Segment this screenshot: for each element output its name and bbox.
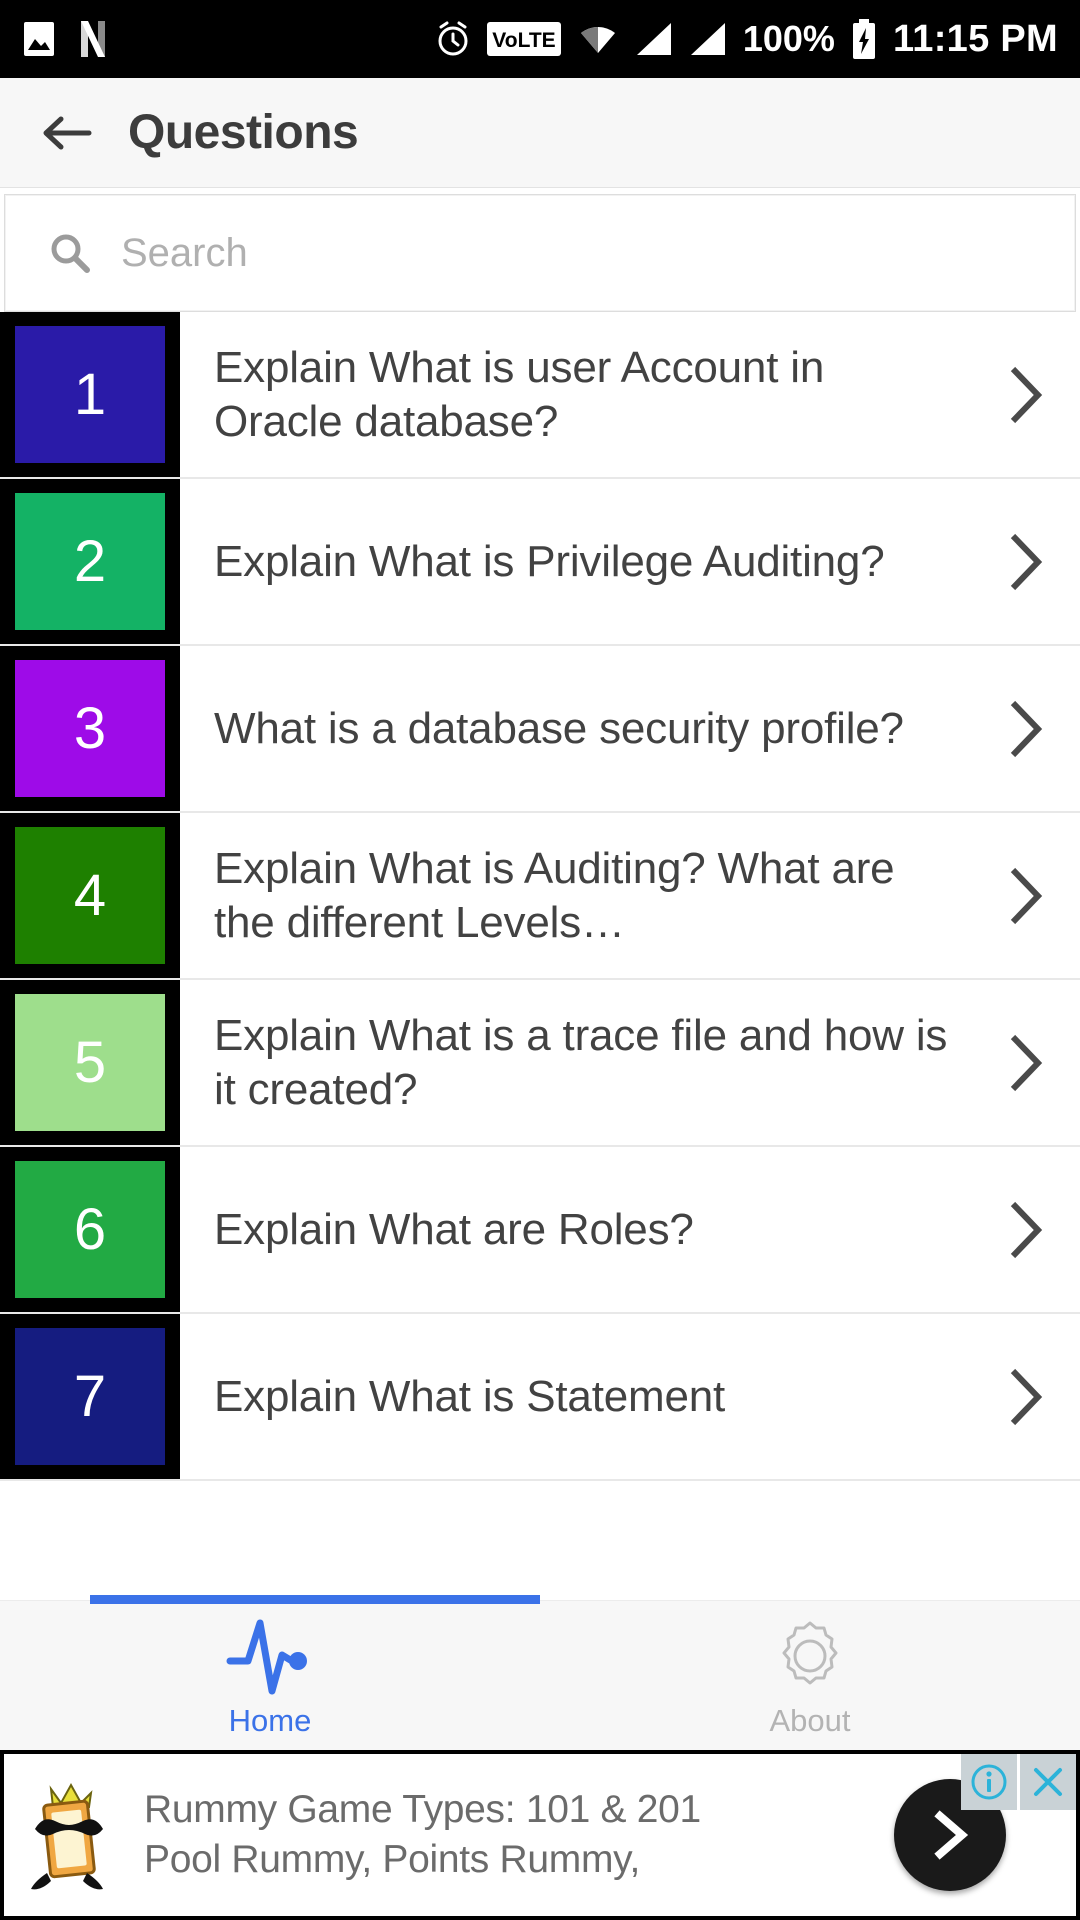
info-icon bbox=[971, 1764, 1007, 1800]
chevron-right-icon bbox=[1010, 366, 1043, 423]
row-chevron[interactable] bbox=[968, 312, 1080, 477]
status-bar-right-icons: VoLTE 100% 11:15 PM bbox=[435, 18, 1058, 61]
svg-text:VoLTE: VoLTE bbox=[492, 29, 555, 52]
search-placeholder: Search bbox=[121, 230, 248, 275]
question-text: Explain What is user Account in Oracle d… bbox=[214, 342, 825, 446]
gear-icon bbox=[782, 1621, 838, 1684]
ad-headline-line-1: Rummy Game Types: 101 & 201 bbox=[144, 1788, 701, 1832]
page-title: Questions bbox=[128, 106, 359, 159]
question-text: What is a database security profile? bbox=[214, 703, 904, 753]
back-button[interactable] bbox=[28, 94, 106, 172]
question-text: Explain What is Privilege Auditing? bbox=[214, 536, 885, 586]
row-chevron[interactable] bbox=[968, 646, 1080, 811]
question-number-badge-cell: 6 bbox=[0, 1147, 180, 1312]
chevron-right-icon bbox=[1010, 867, 1043, 924]
ad-close-button[interactable] bbox=[1020, 1754, 1076, 1810]
signal-bar-2-icon bbox=[689, 21, 727, 57]
close-x-icon bbox=[1034, 1768, 1062, 1796]
ad-badge-group bbox=[961, 1754, 1076, 1810]
question-number-badge: 5 bbox=[15, 994, 165, 1131]
nav-tab-home-label: Home bbox=[228, 1702, 312, 1738]
chevron-right-icon bbox=[934, 1810, 969, 1860]
bottom-navigation-bar: Home About bbox=[0, 1595, 1080, 1750]
question-text: Explain What is Auditing? What are the d… bbox=[214, 843, 895, 947]
rummy-card-mascot-icon bbox=[4, 1773, 134, 1897]
pulse-activity-icon bbox=[226, 1619, 307, 1694]
question-number-badge-cell: 3 bbox=[0, 646, 180, 811]
question-number-badge: 4 bbox=[15, 827, 165, 964]
question-number-badge-cell: 7 bbox=[0, 1314, 180, 1479]
app-bar: Questions bbox=[0, 78, 1080, 188]
battery-percent-label: 100% bbox=[742, 18, 835, 59]
questions-list: 1 Explain What is user Account in Oracle … bbox=[0, 312, 1080, 1481]
signal-bar-icon bbox=[635, 21, 673, 57]
volte-icon: VoLTE bbox=[486, 22, 561, 56]
chevron-right-icon bbox=[1010, 1034, 1043, 1091]
chevron-right-icon bbox=[1010, 1201, 1043, 1258]
question-number-badge: 7 bbox=[15, 1328, 165, 1465]
chevron-right-icon bbox=[1010, 1368, 1043, 1425]
table-row[interactable]: 1 Explain What is user Account in Oracle … bbox=[0, 312, 1080, 479]
ad-headline-line-2: Pool Rummy, Points Rummy, bbox=[144, 1838, 640, 1881]
question-number-badge-cell: 5 bbox=[0, 980, 180, 1145]
search-input[interactable]: Search bbox=[4, 194, 1076, 312]
image-icon bbox=[22, 21, 56, 57]
table-row[interactable]: 2 Explain What is Privilege Auditing? bbox=[0, 479, 1080, 646]
battery-charging-icon bbox=[851, 19, 877, 59]
ad-text-block: Rummy Game Types: 101 & 201 Pool Rummy, … bbox=[134, 1785, 894, 1885]
question-number-badge-cell: 2 bbox=[0, 479, 180, 644]
question-number-badge: 2 bbox=[15, 493, 165, 630]
question-number-badge-cell: 4 bbox=[0, 813, 180, 978]
table-row[interactable]: 4 Explain What is Auditing? What are the … bbox=[0, 813, 1080, 980]
row-chevron[interactable] bbox=[968, 980, 1080, 1145]
question-number-badge: 1 bbox=[15, 326, 165, 463]
question-number-badge: 3 bbox=[15, 660, 165, 797]
status-bar: VoLTE 100% 11:15 PM bbox=[0, 0, 1080, 78]
table-row[interactable]: 6 Explain What are Roles? bbox=[0, 1147, 1080, 1314]
arrow-left-icon bbox=[43, 116, 92, 149]
search-container: Search bbox=[0, 188, 1080, 312]
netflix-n-icon bbox=[78, 20, 108, 58]
clock-time-label: 11:15 PM bbox=[892, 17, 1058, 60]
row-chevron[interactable] bbox=[968, 1314, 1080, 1479]
question-text: Explain What are Roles? bbox=[214, 1204, 694, 1254]
table-row[interactable]: 5 Explain What is a trace file and how is… bbox=[0, 980, 1080, 1147]
search-icon bbox=[51, 234, 90, 273]
wifi-icon bbox=[577, 21, 619, 57]
question-number-badge: 6 bbox=[15, 1161, 165, 1298]
row-chevron[interactable] bbox=[968, 479, 1080, 644]
alarm-clock-icon bbox=[435, 20, 471, 58]
ad-banner[interactable]: Rummy Game Types: 101 & 201 Pool Rummy, … bbox=[0, 1750, 1080, 1920]
active-tab-indicator bbox=[90, 1595, 540, 1604]
nav-tab-home[interactable]: Home bbox=[0, 1601, 540, 1750]
nav-tab-about[interactable]: About bbox=[540, 1601, 1080, 1750]
question-text: Explain What is Statement bbox=[214, 1371, 726, 1421]
question-text: Explain What is a trace file and how is … bbox=[214, 1010, 948, 1114]
status-bar-left-icons bbox=[22, 20, 108, 58]
ad-info-button[interactable] bbox=[961, 1754, 1017, 1810]
table-row[interactable]: 3 What is a database security profile? bbox=[0, 646, 1080, 813]
row-chevron[interactable] bbox=[968, 1147, 1080, 1312]
question-number-badge-cell: 1 bbox=[0, 312, 180, 477]
nav-tab-about-label: About bbox=[769, 1702, 851, 1738]
chevron-right-icon bbox=[1010, 700, 1043, 757]
chevron-right-icon bbox=[1010, 533, 1043, 590]
table-row[interactable]: 7 Explain What is Statement bbox=[0, 1314, 1080, 1481]
row-chevron[interactable] bbox=[968, 813, 1080, 978]
